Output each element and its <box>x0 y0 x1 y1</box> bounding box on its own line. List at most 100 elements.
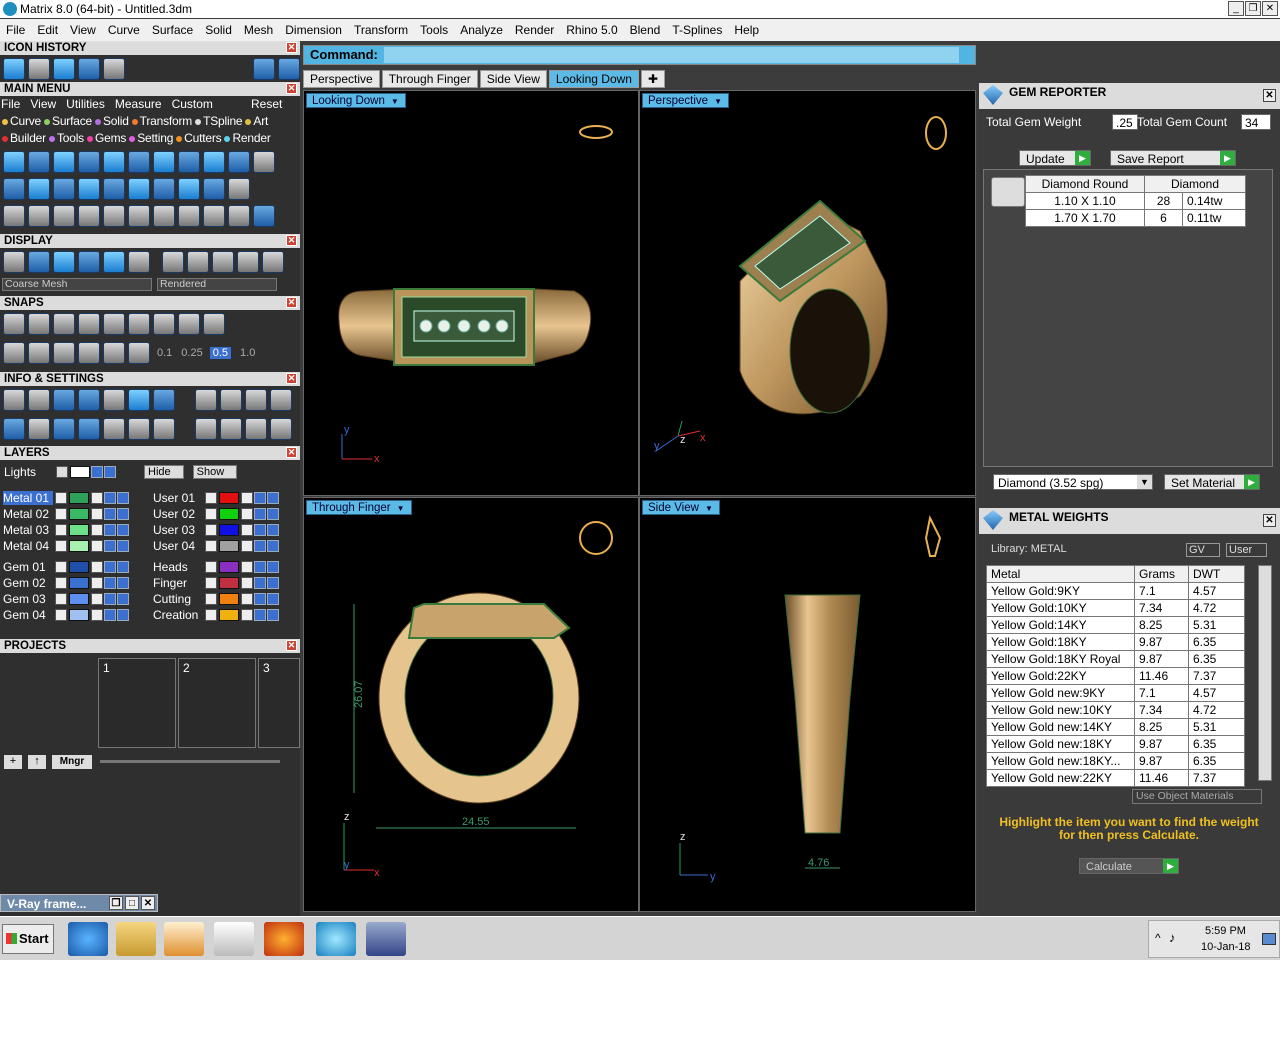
layer-row[interactable]: Metal 03 <box>3 522 129 537</box>
layer-name[interactable]: Creation <box>153 608 203 622</box>
tool-icon[interactable] <box>228 205 250 227</box>
metal-row[interactable]: Yellow Gold:22KY 11.46 7.37 <box>986 667 1245 685</box>
layer-color[interactable] <box>219 576 239 589</box>
restore-icon[interactable]: ❐ <box>109 896 123 910</box>
expand-arrow-icon[interactable] <box>55 608 67 621</box>
settings-icon[interactable] <box>195 389 217 411</box>
metal-row[interactable]: Yellow Gold:9KY 7.1 4.57 <box>986 582 1245 600</box>
tab-side-view[interactable]: Side View <box>479 70 547 88</box>
tool-icon[interactable] <box>253 151 275 173</box>
tool-icon[interactable] <box>178 178 200 200</box>
layer-color[interactable] <box>69 491 89 504</box>
menu-curve[interactable]: Curve <box>102 23 146 37</box>
metal-row[interactable]: Yellow Gold:10KY 7.34 4.72 <box>986 599 1245 617</box>
layer-row[interactable]: Gem 03 <box>3 591 129 606</box>
layer-toggle[interactable] <box>254 491 266 504</box>
menu-edit[interactable]: Edit <box>31 23 64 37</box>
display-icon[interactable] <box>262 251 284 273</box>
settings-icon[interactable] <box>270 389 292 411</box>
layer-toggle[interactable] <box>117 539 129 552</box>
close-icon[interactable]: ✕ <box>286 373 297 384</box>
minimize-button[interactable]: _ <box>1228 1 1244 16</box>
tool-icon[interactable] <box>103 205 125 227</box>
snap-icon[interactable] <box>178 313 200 335</box>
snap-icon[interactable] <box>28 313 50 335</box>
tool-icon[interactable] <box>28 178 50 200</box>
layer-toggle[interactable] <box>267 592 279 605</box>
category-transform[interactable]: Transform <box>131 114 192 128</box>
settings-icon[interactable] <box>128 389 150 411</box>
snap-icon[interactable] <box>53 342 75 364</box>
back-arrow-icon[interactable] <box>253 58 275 80</box>
lock-icon[interactable] <box>241 539 253 552</box>
tool-icon[interactable] <box>203 178 225 200</box>
display-icon[interactable] <box>78 251 100 273</box>
metal-row[interactable]: Yellow Gold new:22KY 11.46 7.37 <box>986 769 1245 787</box>
tool-icon[interactable] <box>128 178 150 200</box>
history-tool-icon[interactable] <box>53 58 75 80</box>
close-icon[interactable]: ✕ <box>286 297 297 308</box>
viewport-looking-down[interactable]: Looking Down ▼ y x <box>303 90 639 496</box>
layer-name[interactable]: Finger <box>153 576 203 590</box>
settings-icon[interactable] <box>220 418 242 440</box>
expand-arrow-icon[interactable] <box>55 539 67 552</box>
expand-arrow-icon[interactable] <box>55 507 67 520</box>
lock-icon[interactable] <box>241 560 253 573</box>
layer-toggle[interactable] <box>104 523 116 536</box>
layer-toggle[interactable] <box>117 608 129 621</box>
menu-analyze[interactable]: Analyze <box>454 23 509 37</box>
tool-icon[interactable] <box>78 205 100 227</box>
expand-arrow-icon[interactable] <box>205 507 217 520</box>
snap-value-selected[interactable]: 0.5 <box>209 347 232 359</box>
layer-name[interactable]: Gem 04 <box>3 608 53 622</box>
lock-icon[interactable] <box>91 507 103 520</box>
layer-color[interactable] <box>69 576 89 589</box>
layer-toggle[interactable] <box>117 491 129 504</box>
lock-icon[interactable] <box>91 592 103 605</box>
layer-color[interactable] <box>219 491 239 504</box>
main-menu-custom[interactable]: Custom <box>172 97 213 111</box>
display-icon[interactable] <box>162 251 184 273</box>
metal-scrollbar[interactable] <box>1258 565 1272 781</box>
snap-icon[interactable] <box>153 313 175 335</box>
expand-arrow-icon[interactable] <box>56 465 68 478</box>
snap-icon[interactable] <box>78 342 100 364</box>
layer-color[interactable] <box>69 523 89 536</box>
paint-icon[interactable] <box>214 922 254 956</box>
category-art[interactable]: Art <box>245 114 268 128</box>
layer-color[interactable] <box>69 608 89 621</box>
snap-value[interactable]: 0.25 <box>181 347 202 359</box>
layer-toggle[interactable] <box>91 465 103 478</box>
layer-row[interactable]: User 03 <box>153 522 279 537</box>
layer-color[interactable] <box>219 539 239 552</box>
viewport-side-view[interactable]: Side View ▼ 4.76 z y <box>639 497 976 912</box>
tab-looking-down[interactable]: Looking Down <box>548 70 639 88</box>
display-icon[interactable] <box>103 251 125 273</box>
expand-arrow-icon[interactable] <box>205 608 217 621</box>
mesh-select[interactable]: Coarse Mesh <box>2 278 152 291</box>
show-desktop-icon[interactable] <box>1262 933 1276 945</box>
command-input[interactable] <box>384 47 959 63</box>
tool-icon[interactable] <box>178 205 200 227</box>
lock-icon[interactable] <box>241 592 253 605</box>
tool-icon[interactable] <box>3 151 25 173</box>
metal-row[interactable]: Yellow Gold new:10KY 7.34 4.72 <box>986 701 1245 719</box>
tool-icon[interactable] <box>3 205 25 227</box>
tool-icon[interactable] <box>153 151 175 173</box>
snap-icon[interactable] <box>3 313 25 335</box>
metal-row[interactable]: Yellow Gold new:14KY 8.25 5.31 <box>986 718 1245 736</box>
menu-help[interactable]: Help <box>728 23 765 37</box>
layer-color[interactable] <box>219 592 239 605</box>
add-tab-icon[interactable]: ✚ <box>640 70 665 88</box>
close-icon[interactable]: ✕ <box>286 235 297 246</box>
layer-color[interactable] <box>219 560 239 573</box>
metal-row[interactable]: Yellow Gold:18KY Royal 9.87 6.35 <box>986 650 1245 668</box>
display-icon[interactable] <box>237 251 259 273</box>
history-tool-icon[interactable] <box>78 58 100 80</box>
layer-toggle[interactable] <box>104 560 116 573</box>
layer-name[interactable]: Cutting <box>153 592 203 606</box>
layer-name[interactable]: Metal 03 <box>3 523 53 537</box>
close-icon[interactable]: ✕ <box>286 83 297 94</box>
close-button[interactable]: ✕ <box>1262 1 1278 16</box>
metal-row[interactable]: Yellow Gold:14KY 8.25 5.31 <box>986 616 1245 634</box>
